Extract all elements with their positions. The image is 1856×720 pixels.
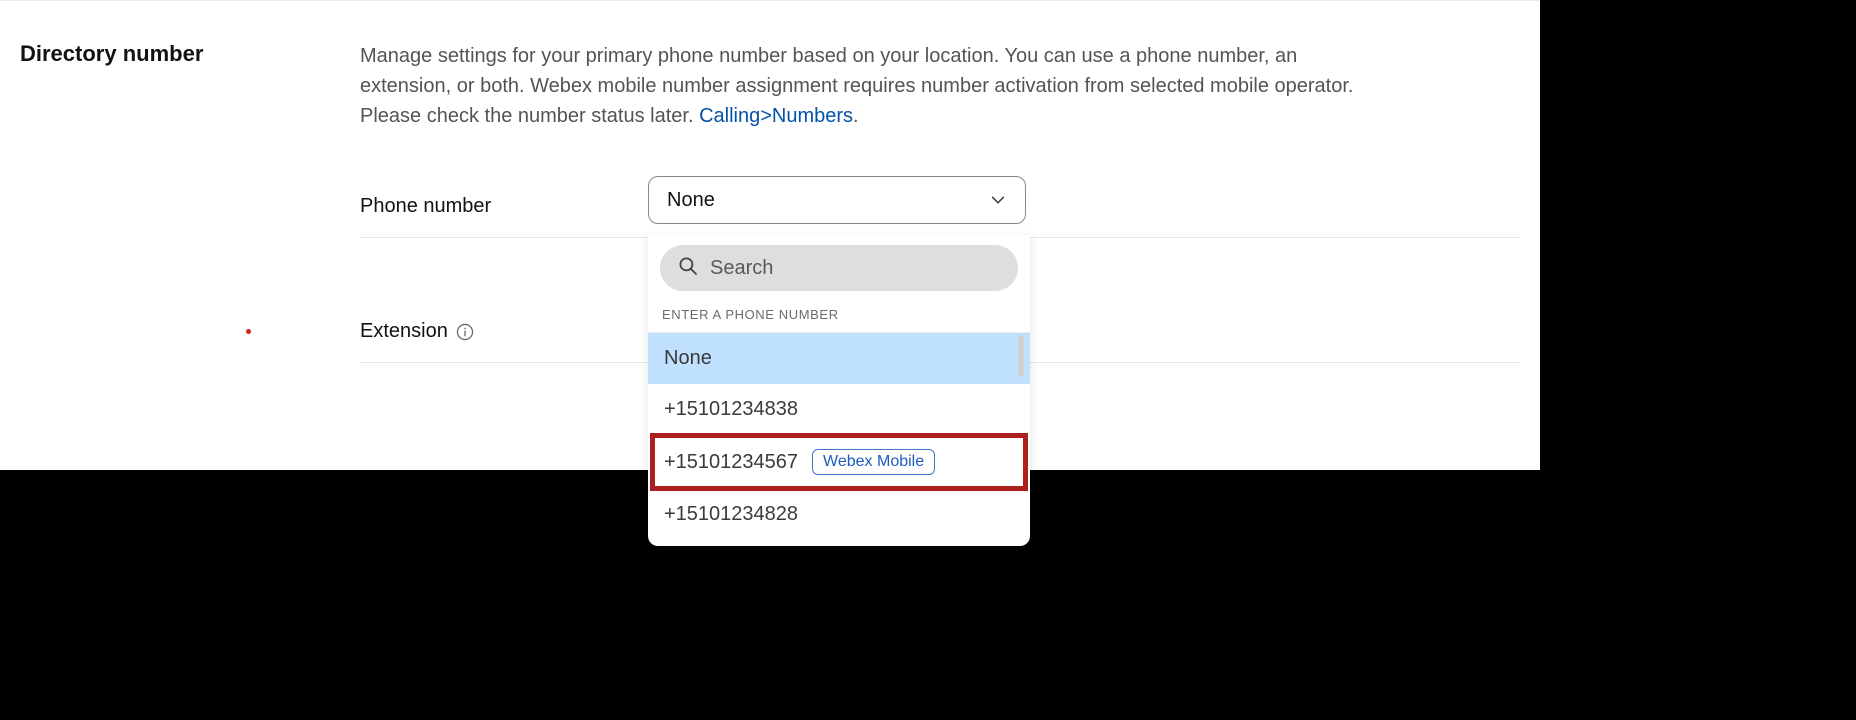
annotation-red-dot <box>246 329 251 334</box>
dropdown-search-input[interactable]: Search <box>660 245 1018 291</box>
chevron-down-icon <box>989 191 1007 209</box>
phone-number-label: Phone number <box>360 195 491 218</box>
phone-number-select[interactable]: None <box>648 176 1026 224</box>
description-suffix: . <box>853 105 859 127</box>
dropdown-options: None +15101234838 +15101234567 Webex Mob… <box>648 333 1030 540</box>
phone-number-selected-value: None <box>667 189 715 212</box>
directory-number-panel: Directory number Manage settings for you… <box>0 0 1540 470</box>
calling-numbers-link[interactable]: Calling>Numbers <box>699 105 853 127</box>
dropdown-scrollbar[interactable] <box>1018 335 1024 377</box>
search-placeholder: Search <box>710 257 773 280</box>
dropdown-group-label: ENTER A PHONE NUMBER <box>648 301 1030 333</box>
extension-label: Extension <box>360 320 448 343</box>
section-heading: Directory number <box>20 41 203 67</box>
dropdown-option-none[interactable]: None <box>648 333 1030 384</box>
dropdown-option-2[interactable]: +15101234567 Webex Mobile <box>648 435 1030 489</box>
search-icon <box>678 256 698 281</box>
phone-number-dropdown: Search ENTER A PHONE NUMBER None +151012… <box>648 235 1030 546</box>
option-label: +15101234567 <box>664 451 798 474</box>
info-icon[interactable] <box>456 323 474 341</box>
section-description: Manage settings for your primary phone n… <box>360 41 1380 131</box>
dropdown-option-3[interactable]: +15101234828 <box>648 489 1030 540</box>
option-label: +15101234838 <box>664 398 798 421</box>
extension-label-wrap: Extension <box>360 320 474 343</box>
dropdown-option-1[interactable]: +15101234838 <box>648 384 1030 435</box>
option-label: None <box>664 347 712 370</box>
dropdown-search-wrap: Search <box>660 245 1018 291</box>
option-label: +15101234828 <box>664 503 798 526</box>
webex-mobile-badge: Webex Mobile <box>812 449 935 475</box>
